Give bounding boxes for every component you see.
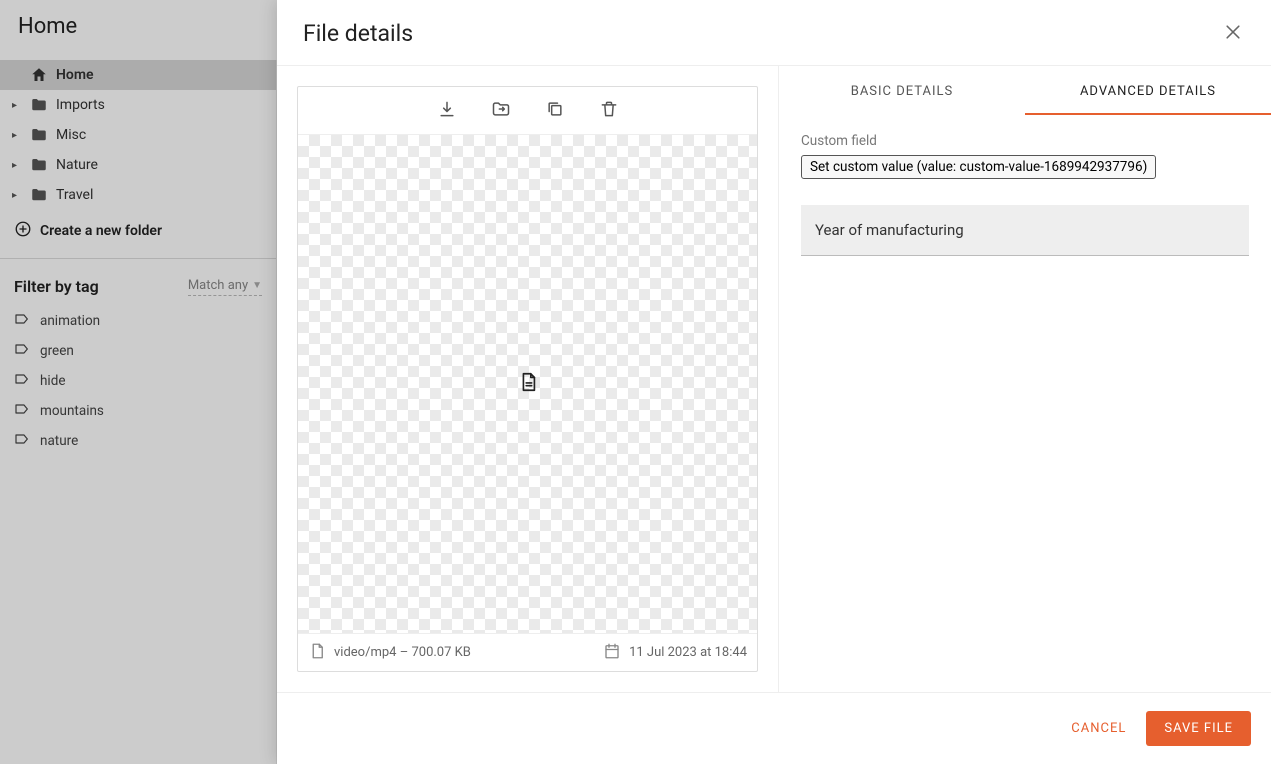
- modal-footer: CANCEL SAVE FILE: [277, 692, 1271, 764]
- file-mime: video/mp4: [334, 645, 396, 660]
- copy-button[interactable]: [543, 99, 567, 123]
- move-to-folder-icon: [491, 99, 511, 123]
- custom-field-label: Custom field: [801, 133, 1249, 149]
- move-button[interactable]: [489, 99, 513, 123]
- tab-advanced-details[interactable]: ADVANCED DETAILS: [1025, 66, 1271, 115]
- preview-meta: video/mp4 – 700.07 KB 11 Jul 2023 at 18:…: [298, 633, 757, 671]
- file-icon: [517, 371, 539, 397]
- download-button[interactable]: [435, 99, 459, 123]
- trash-icon: [599, 99, 619, 123]
- year-of-manufacturing-field[interactable]: Year of manufacturing: [801, 205, 1249, 256]
- delete-button[interactable]: [597, 99, 621, 123]
- modal-title: File details: [303, 20, 413, 47]
- preview-card: video/mp4 – 700.07 KB 11 Jul 2023 at 18:…: [297, 86, 758, 672]
- save-file-button[interactable]: SAVE FILE: [1146, 711, 1251, 746]
- file-date: 11 Jul 2023 at 18:44: [629, 645, 747, 660]
- file-icon: [308, 642, 326, 664]
- copy-icon: [545, 99, 565, 123]
- preview-canvas: [298, 135, 757, 633]
- download-icon: [437, 99, 457, 123]
- meta-separator: –: [396, 645, 411, 660]
- file-details-modal: File details: [277, 0, 1271, 764]
- details-column: BASIC DETAILS ADVANCED DETAILS Custom fi…: [779, 66, 1271, 692]
- preview-toolbar: [298, 87, 757, 135]
- set-custom-value-button[interactable]: Set custom value (value: custom-value-16…: [801, 155, 1156, 179]
- tab-basic-details[interactable]: BASIC DETAILS: [779, 66, 1025, 115]
- close-icon: [1223, 27, 1243, 46]
- year-field-label: Year of manufacturing: [815, 221, 964, 239]
- calendar-icon: [603, 642, 621, 664]
- details-tabs: BASIC DETAILS ADVANCED DETAILS: [779, 66, 1271, 115]
- file-size: 700.07 KB: [411, 645, 470, 660]
- close-button[interactable]: [1223, 22, 1243, 46]
- cancel-button[interactable]: CANCEL: [1071, 721, 1126, 736]
- preview-column: video/mp4 – 700.07 KB 11 Jul 2023 at 18:…: [277, 66, 779, 692]
